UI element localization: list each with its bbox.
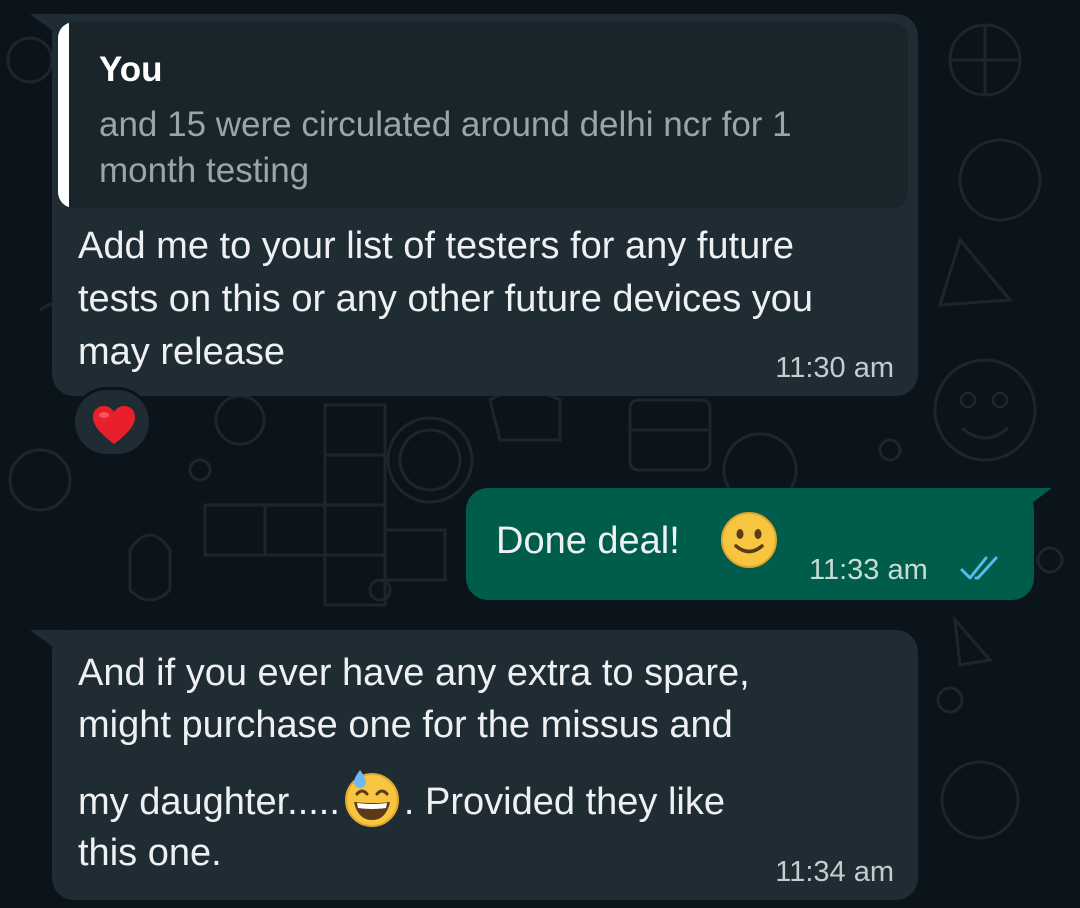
message-text-line: this one. [78, 832, 222, 874]
message-text-line: my daughter..... . Provided they like [78, 768, 725, 828]
message-text-line: And if you ever have any extra to spare, [78, 652, 750, 694]
message-text: Add me to your list of testers for any f… [78, 225, 814, 373]
quote-accent-bar [58, 22, 69, 208]
slightly-smiling-face-emoji-icon [721, 512, 777, 568]
message-timestamp: 11:33 am [809, 554, 928, 586]
message-text-segment: . Provided they like [403, 781, 725, 823]
message-text: Done deal! [496, 520, 680, 562]
grinning-face-with-sweat-emoji-icon [344, 770, 399, 827]
message-timestamp: 11:34 am [775, 856, 894, 888]
message-timestamp: 11:30 am [775, 352, 894, 384]
reaction-badge[interactable] [72, 387, 152, 457]
quote-author: You [99, 50, 163, 89]
heart-emoji-icon [93, 406, 135, 444]
message-text-line: might purchase one for the missus and [78, 704, 733, 746]
incoming-message-bubble[interactable]: You and 15 were circulated around delhi … [52, 14, 918, 396]
message-text-segment: my daughter..... [78, 781, 340, 823]
incoming-message-bubble[interactable]: And if you ever have any extra to spare,… [52, 630, 918, 900]
outgoing-message-bubble[interactable]: Done deal! 11:33 am [466, 488, 1034, 600]
quote-text: and 15 were circulated around delhi ncr … [99, 105, 792, 190]
read-double-check-icon [960, 556, 998, 580]
quoted-message[interactable]: You and 15 were circulated around delhi … [58, 22, 908, 208]
